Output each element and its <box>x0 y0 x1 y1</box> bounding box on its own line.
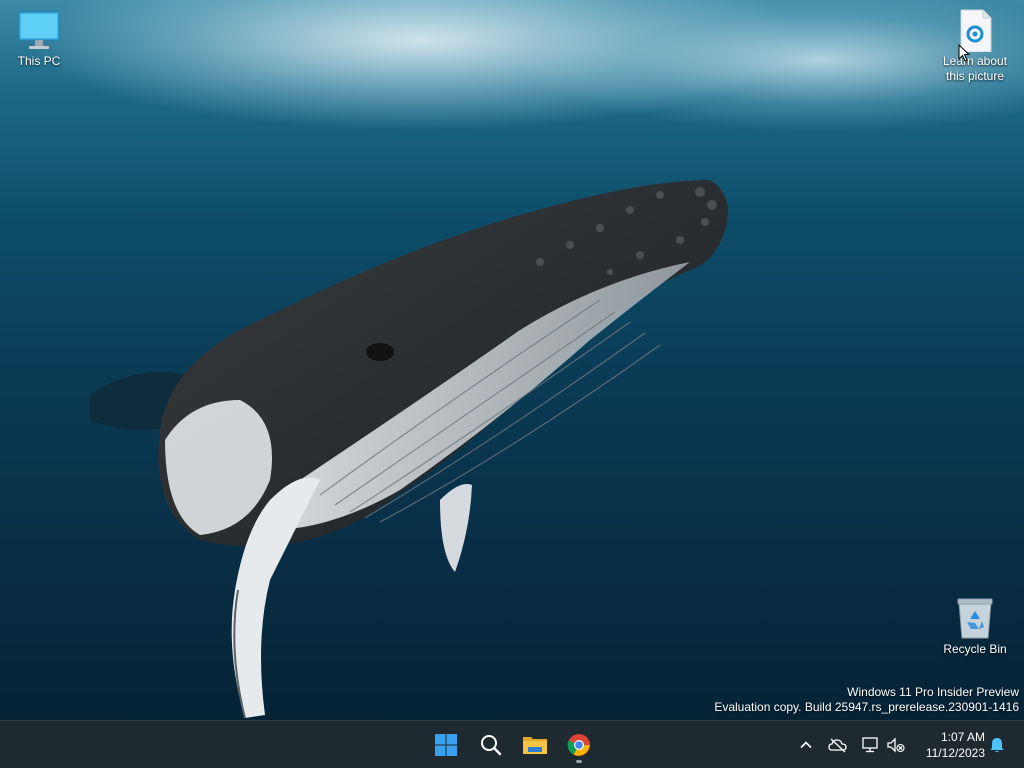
recycle-bin-shortcut[interactable]: Recycle Bin <box>937 596 1013 657</box>
this-pc-shortcut[interactable]: This PC <box>1 8 77 69</box>
learn-about-label-line2: this picture <box>945 69 1005 83</box>
network-button[interactable] <box>858 733 882 757</box>
clock[interactable]: 1:07 AM 11/12/2023 <box>913 729 985 761</box>
desktop-wallpaper <box>0 0 1024 720</box>
notifications-button[interactable] <box>985 733 1009 757</box>
onedrive-offline-icon <box>828 738 847 753</box>
file-explorer-icon <box>523 737 547 754</box>
recycle-bin-icon <box>953 596 997 640</box>
search-icon <box>481 735 502 756</box>
file-explorer-button[interactable] <box>517 727 553 763</box>
learn-about-picture-shortcut[interactable]: Learn about this picture <box>937 8 1013 84</box>
taskbar: 1:07 AM 11/12/2023 <box>0 720 1024 768</box>
chevron-up-icon <box>800 741 812 749</box>
running-indicator <box>576 760 582 763</box>
onedrive-button[interactable] <box>826 733 850 757</box>
whale-illustration <box>90 180 728 719</box>
watermark-build: Evaluation copy. Build 25947.rs_prerelea… <box>714 700 1019 714</box>
notification-bell-icon <box>990 738 1004 753</box>
search-button[interactable] <box>473 727 509 763</box>
monitor-icon <box>17 8 61 52</box>
chrome-button[interactable] <box>561 727 597 763</box>
show-hidden-icons-button[interactable] <box>794 733 818 757</box>
start-button[interactable] <box>428 727 464 763</box>
clock-date: 11/12/2023 <box>925 746 985 760</box>
learn-about-label-line1: Learn about <box>942 54 1008 68</box>
clock-time: 1:07 AM <box>940 730 985 744</box>
watermark-edition: Windows 11 Pro Insider Preview <box>847 685 1019 699</box>
network-icon <box>862 737 878 753</box>
recycle-bin-label: Recycle Bin <box>943 642 1007 656</box>
chrome-icon <box>567 734 590 756</box>
mouse-cursor-icon <box>958 43 971 67</box>
start-icon <box>435 734 457 756</box>
volume-button[interactable] <box>884 733 908 757</box>
this-pc-label: This PC <box>17 54 61 68</box>
evaluation-watermark: Windows 11 Pro Insider Preview Evaluatio… <box>714 685 1019 715</box>
volume-muted-icon <box>887 737 905 753</box>
